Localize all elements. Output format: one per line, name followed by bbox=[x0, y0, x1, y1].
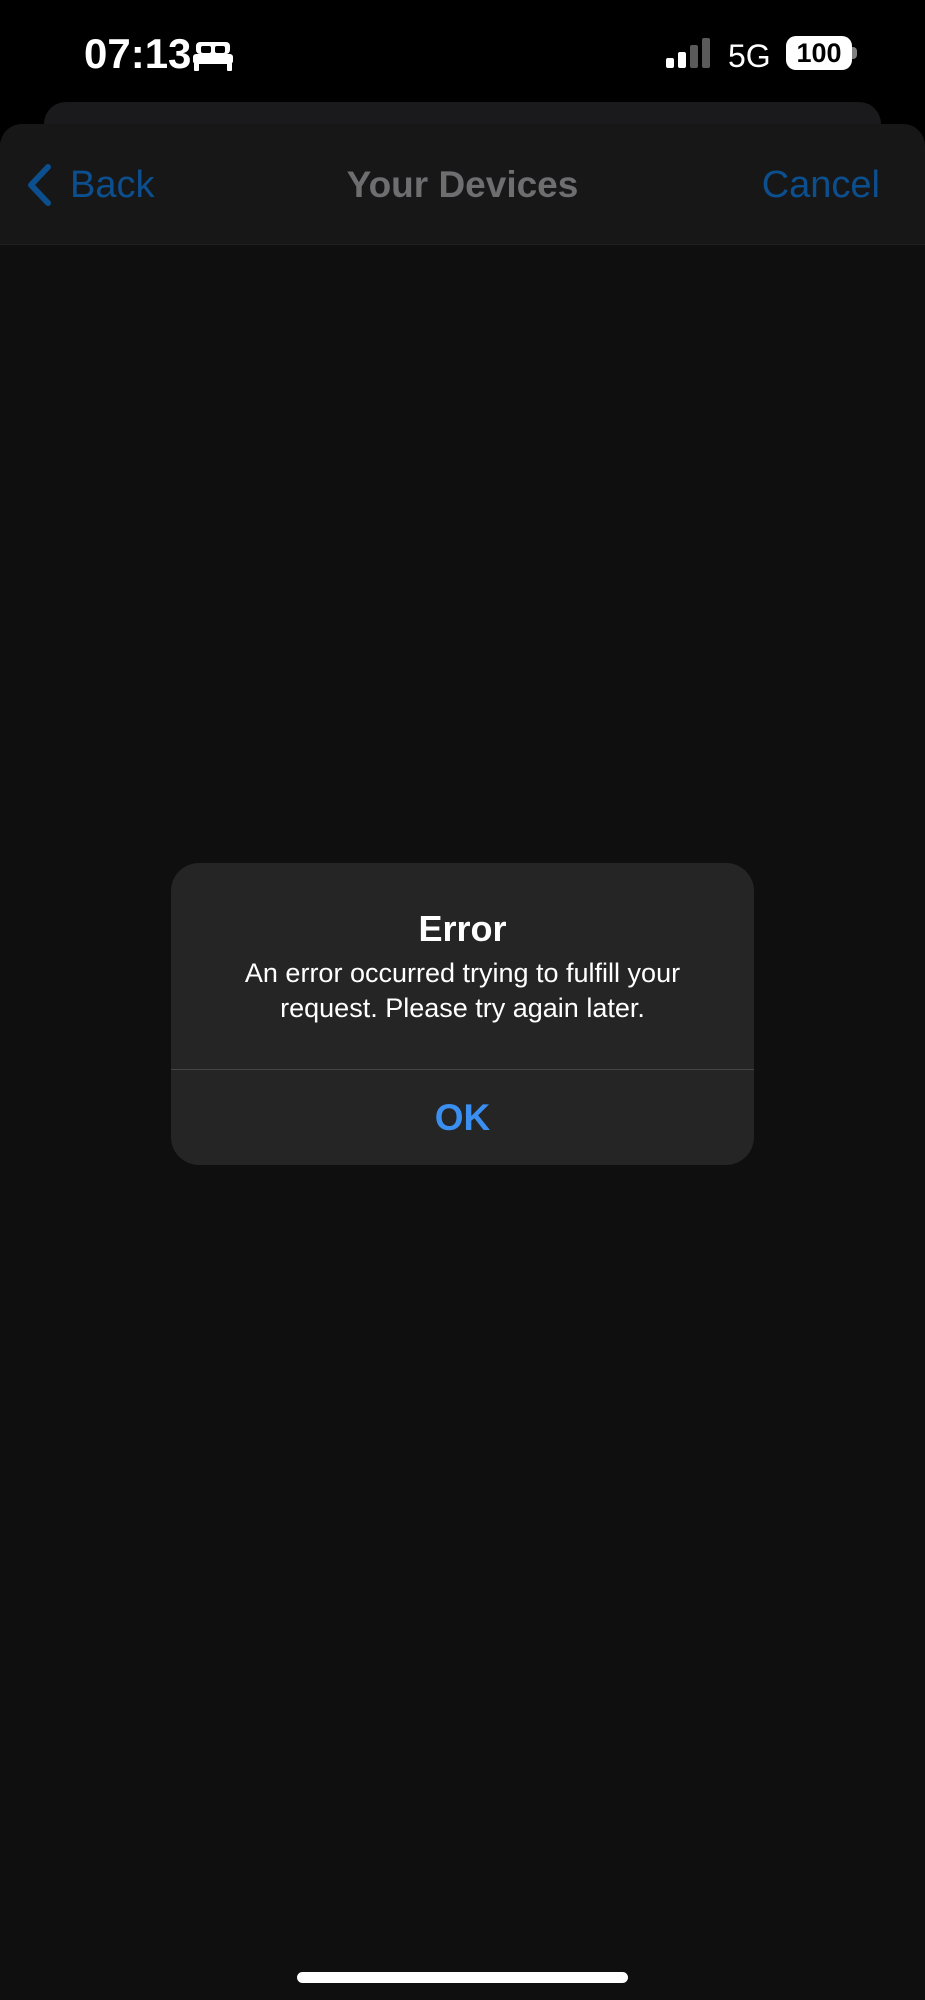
status-time: 07:13 bbox=[84, 30, 192, 77]
network-type: 5G bbox=[728, 38, 771, 74]
alert-title: Error bbox=[418, 908, 507, 949]
alert-message: An error occurred trying to fulfill your… bbox=[244, 958, 681, 1023]
battery-icon: 100 bbox=[786, 36, 852, 70]
ok-button[interactable]: OK bbox=[171, 1070, 754, 1165]
battery-nub bbox=[852, 47, 857, 59]
status-bar: 07:13 5G 100 bbox=[0, 0, 925, 110]
error-alert: Error An error occurred trying to fulfil… bbox=[171, 863, 754, 1165]
screen: 07:13 5G 100 Back Your Devices Cancel Er… bbox=[0, 0, 925, 2000]
bed-icon bbox=[193, 42, 233, 71]
battery-level: 100 bbox=[796, 38, 842, 68]
cancel-button[interactable]: Cancel bbox=[762, 164, 880, 207]
navigation-bar: Back Your Devices Cancel bbox=[0, 124, 925, 245]
cellular-signal-icon bbox=[666, 38, 710, 68]
home-indicator[interactable] bbox=[297, 1972, 628, 1983]
